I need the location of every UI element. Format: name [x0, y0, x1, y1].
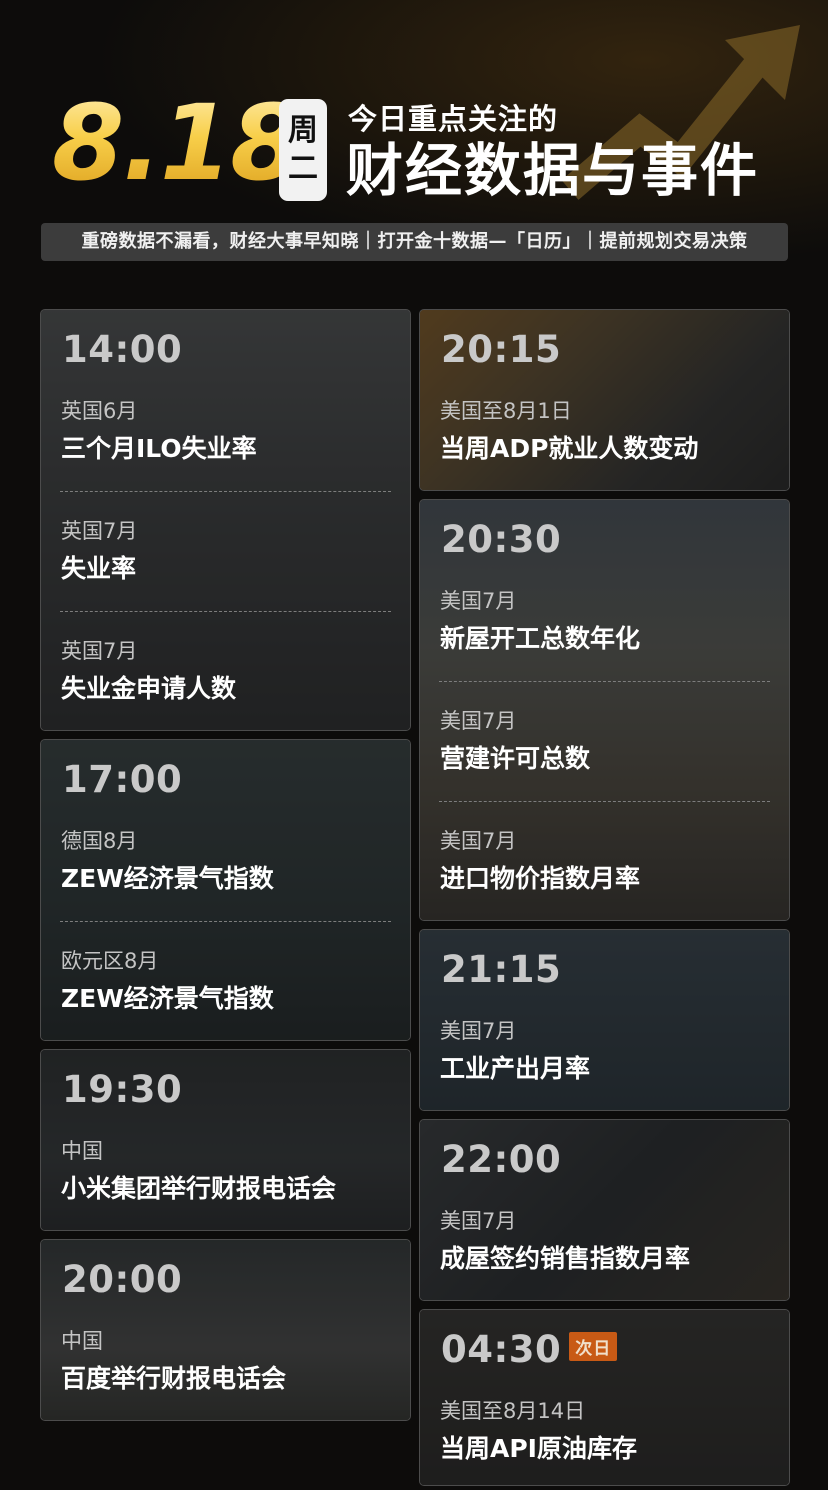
event-region: 美国至8月14日 [440, 1399, 586, 1423]
event-item[interactable]: 美国至8月14日 当周API原油库存 [440, 1398, 780, 1465]
event-time: 20:15 [441, 328, 562, 371]
weekday-badge: 周二 [279, 99, 327, 201]
event-name: 百度举行财报电话会 [61, 1364, 287, 1393]
schedule-card-2000: 20:00 中国 百度举行财报电话会 [40, 1239, 411, 1421]
event-name: 成屋签约销售指数月率 [440, 1244, 691, 1273]
event-item[interactable]: 美国7月 进口物价指数月率 [440, 828, 780, 895]
event-name: 小米集团举行财报电话会 [61, 1174, 337, 1203]
weekday-label: 周二 [288, 113, 318, 186]
event-item[interactable]: 美国7月 新屋开工总数年化 [440, 588, 780, 655]
header: 8.18 周二 今日重点关注的 财经数据与事件 重磅数据不漏看，财经大事早知晓｜… [0, 0, 828, 300]
event-item[interactable]: 欧元区8月 ZEW经济景气指数 [61, 948, 401, 1015]
event-name: 失业金申请人数 [61, 674, 237, 703]
divider [60, 611, 391, 612]
event-region: 中国 [61, 1329, 103, 1353]
event-name: 失业率 [61, 554, 137, 583]
schedule-card-2030: 20:30 美国7月 新屋开工总数年化 美国7月 营建许可总数 美国7月 进口物… [419, 499, 790, 921]
schedule-card-1930: 19:30 中国 小米集团举行财报电话会 [40, 1049, 411, 1231]
event-time: 20:30 [441, 518, 562, 561]
event-region: 欧元区8月 [61, 949, 159, 973]
event-time: 04:30 [441, 1328, 562, 1371]
event-item[interactable]: 中国 小米集团举行财报电话会 [61, 1138, 401, 1205]
event-name: 三个月ILO失业率 [61, 434, 257, 463]
schedule-card-1700: 17:00 德国8月 ZEW经济景气指数 欧元区8月 ZEW经济景气指数 [40, 739, 411, 1041]
event-time: 17:00 [62, 758, 183, 801]
event-time: 20:00 [62, 1258, 183, 1301]
event-item[interactable]: 美国至8月1日 当周ADP就业人数变动 [440, 398, 780, 465]
event-time: 21:15 [441, 948, 562, 991]
next-day-badge: 次日 [569, 1332, 618, 1361]
event-name: 新屋开工总数年化 [440, 624, 641, 653]
event-item[interactable]: 美国7月 营建许可总数 [440, 708, 780, 775]
event-region: 英国7月 [61, 639, 138, 663]
event-name: ZEW经济景气指数 [61, 984, 274, 1013]
event-region: 美国7月 [440, 1209, 517, 1233]
page-title: 财经数据与事件 [346, 138, 759, 204]
event-item[interactable]: 美国7月 成屋签约销售指数月率 [440, 1208, 780, 1275]
event-time-row: 04:30 次日 [441, 1328, 618, 1371]
schedule-card-2200: 22:00 美国7月 成屋签约销售指数月率 [419, 1119, 790, 1301]
event-item[interactable]: 英国7月 失业率 [61, 518, 401, 585]
event-region: 美国7月 [440, 709, 517, 733]
event-time: 19:30 [62, 1068, 183, 1111]
divider [60, 921, 391, 922]
event-region: 英国7月 [61, 519, 138, 543]
divider [439, 681, 770, 682]
event-time: 14:00 [62, 328, 183, 371]
event-region: 美国至8月1日 [440, 399, 572, 423]
event-name: 工业产出月率 [440, 1054, 591, 1083]
event-region: 美国7月 [440, 589, 517, 613]
divider [439, 801, 770, 802]
event-item[interactable]: 英国6月 三个月ILO失业率 [61, 398, 401, 465]
event-name: 进口物价指数月率 [440, 864, 641, 893]
date: 8.18 [52, 78, 303, 208]
event-region: 英国6月 [61, 399, 138, 423]
event-time: 22:00 [441, 1138, 562, 1181]
slogan-bar: 重磅数据不漏看，财经大事早知晓｜打开金十数据—「日历」｜提前规划交易决策 [41, 223, 788, 261]
schedule-card-2115: 21:15 美国7月 工业产出月率 [419, 929, 790, 1111]
event-region: 中国 [61, 1139, 103, 1163]
schedule-card-1400: 14:00 英国6月 三个月ILO失业率 英国7月 失业率 英国7月 失业金申请… [40, 309, 411, 731]
page-subtitle: 今日重点关注的 [348, 102, 559, 136]
event-name: ZEW经济景气指数 [61, 864, 274, 893]
event-item[interactable]: 德国8月 ZEW经济景气指数 [61, 828, 401, 895]
event-item[interactable]: 美国7月 工业产出月率 [440, 1018, 780, 1085]
event-region: 美国7月 [440, 1019, 517, 1043]
event-region: 德国8月 [61, 829, 138, 853]
event-name: 当周ADP就业人数变动 [440, 434, 699, 463]
schedule-card-0430: 04:30 次日 美国至8月14日 当周API原油库存 [419, 1309, 790, 1486]
event-region: 美国7月 [440, 829, 517, 853]
event-name: 当周API原油库存 [440, 1434, 637, 1463]
divider [60, 491, 391, 492]
event-item[interactable]: 英国7月 失业金申请人数 [61, 638, 401, 705]
schedule-card-2015: 20:15 美国至8月1日 当周ADP就业人数变动 [419, 309, 790, 491]
event-item[interactable]: 中国 百度举行财报电话会 [61, 1328, 401, 1395]
event-name: 营建许可总数 [440, 744, 591, 773]
